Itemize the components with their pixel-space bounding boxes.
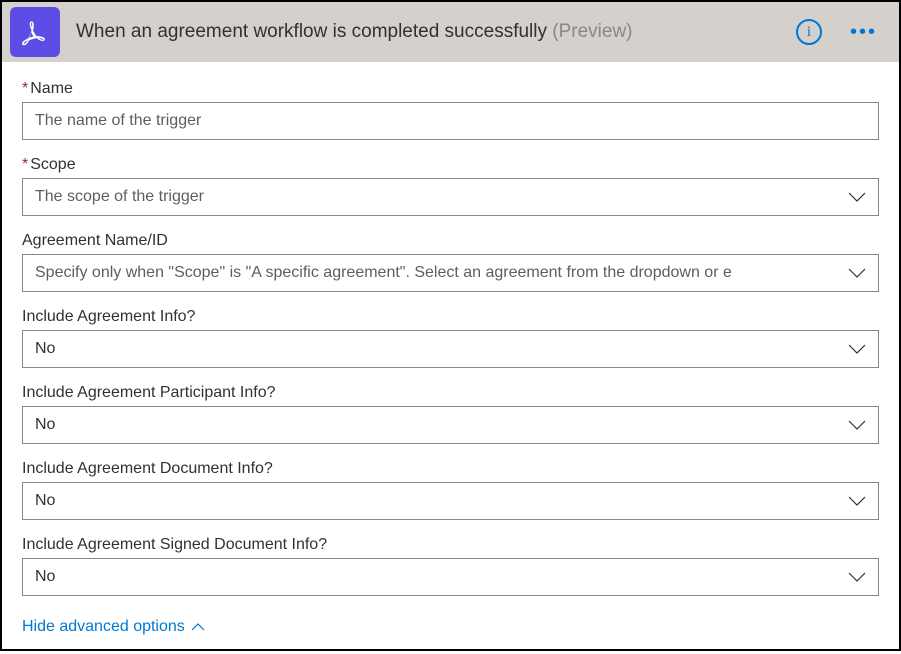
chevron-up-icon bbox=[191, 622, 205, 632]
field-name: *Name bbox=[22, 80, 879, 140]
field-agreement-id: Agreement Name/ID Specify only when "Sco… bbox=[22, 232, 879, 292]
chevron-down-icon bbox=[848, 571, 866, 583]
field-include-document-info: Include Agreement Document Info? No bbox=[22, 460, 879, 520]
field-label: Include Agreement Signed Document Info? bbox=[22, 536, 879, 554]
field-label: Agreement Name/ID bbox=[22, 232, 879, 250]
field-label: Include Agreement Document Info? bbox=[22, 460, 879, 478]
card-title: When an agreement workflow is completed … bbox=[76, 21, 796, 43]
field-include-participant-info: Include Agreement Participant Info? No bbox=[22, 384, 879, 444]
card-header: When an agreement workflow is completed … bbox=[2, 2, 899, 62]
more-menu-icon[interactable]: ••• bbox=[850, 21, 883, 44]
include-agreement-info-select[interactable]: No bbox=[22, 330, 879, 368]
field-label: Include Agreement Participant Info? bbox=[22, 384, 879, 402]
field-label: *Name bbox=[22, 80, 879, 98]
agreement-id-select[interactable]: Specify only when "Scope" is "A specific… bbox=[22, 254, 879, 292]
include-signed-document-info-select[interactable]: No bbox=[22, 558, 879, 596]
chevron-down-icon bbox=[848, 343, 866, 355]
chevron-down-icon bbox=[848, 495, 866, 507]
chevron-down-icon bbox=[848, 267, 866, 279]
chevron-down-icon bbox=[848, 419, 866, 431]
adobe-acrobat-icon bbox=[19, 16, 51, 48]
header-actions: i ••• bbox=[796, 19, 883, 45]
field-include-signed-document-info: Include Agreement Signed Document Info? … bbox=[22, 536, 879, 596]
field-scope: *Scope The scope of the trigger bbox=[22, 156, 879, 216]
field-include-agreement-info: Include Agreement Info? No bbox=[22, 308, 879, 368]
hide-advanced-options-link[interactable]: Hide advanced options bbox=[22, 618, 205, 636]
field-label: Include Agreement Info? bbox=[22, 308, 879, 326]
connector-icon bbox=[10, 7, 60, 57]
preview-badge: (Preview) bbox=[552, 21, 632, 42]
name-input[interactable] bbox=[22, 102, 879, 140]
field-label: *Scope bbox=[22, 156, 879, 174]
scope-select[interactable]: The scope of the trigger bbox=[22, 178, 879, 216]
info-icon[interactable]: i bbox=[796, 19, 822, 45]
card-body: *Name *Scope The scope of the trigger Ag… bbox=[2, 62, 899, 654]
chevron-down-icon bbox=[848, 191, 866, 203]
include-document-info-select[interactable]: No bbox=[22, 482, 879, 520]
include-participant-info-select[interactable]: No bbox=[22, 406, 879, 444]
